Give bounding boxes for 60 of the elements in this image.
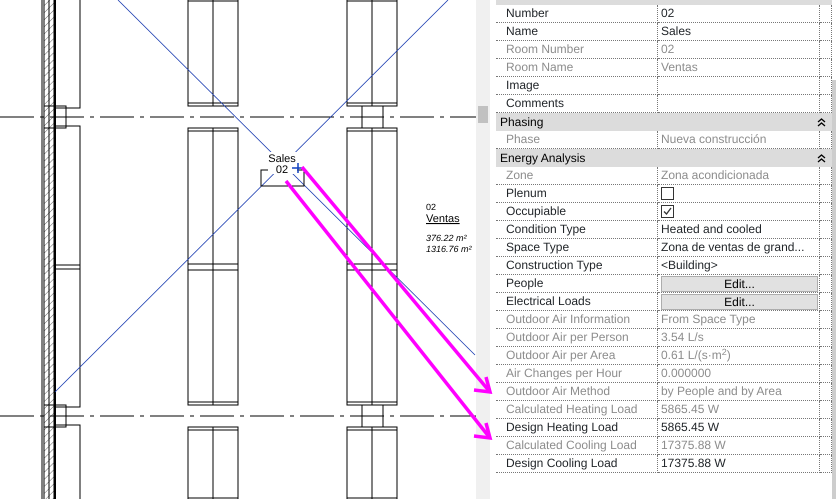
- collapse-icon[interactable]: [817, 154, 826, 162]
- property-value: 3.54 L/s: [661, 329, 704, 346]
- section-title: Phasing: [500, 114, 544, 131]
- property-label: Zone: [496, 167, 658, 185]
- property-label: Image: [496, 77, 658, 95]
- room-tag-number: 02: [276, 164, 288, 176]
- property-value: by People and by Area: [661, 383, 782, 400]
- property-label: Plenum: [496, 185, 658, 203]
- property-label: People: [496, 275, 658, 293]
- property-label: Calculated Cooling Load: [496, 437, 658, 455]
- property-value: Zona acondicionada: [661, 167, 770, 184]
- property-label: Outdoor Air per Area: [496, 347, 658, 365]
- room-volume-text: 1316.76 m²: [426, 244, 472, 254]
- property-value[interactable]: 02: [661, 5, 674, 22]
- property-value[interactable]: Heated and cooled: [661, 221, 762, 238]
- property-label: Outdoor Air Method: [496, 383, 658, 401]
- property-value[interactable]: 17375.88 W: [661, 455, 726, 472]
- checkbox[interactable]: [661, 187, 674, 200]
- property-label: Occupiable: [496, 203, 658, 221]
- property-label: Calculated Heating Load: [496, 401, 658, 419]
- property-label: Air Changes per Hour: [496, 365, 658, 383]
- property-value: Nueva construcción: [661, 131, 766, 148]
- property-label: Outdoor Air per Person: [496, 329, 658, 347]
- property-label: Number: [496, 5, 658, 23]
- scrollbar[interactable]: [476, 0, 490, 499]
- room-label-name: Ventas: [426, 213, 460, 225]
- property-label: Room Name: [496, 59, 658, 77]
- property-value[interactable]: <Building>: [661, 257, 718, 274]
- edit-button[interactable]: Edit...: [661, 276, 818, 292]
- room-label-number: 02: [426, 202, 436, 212]
- room-area-text: 376.22 m²: [426, 233, 467, 243]
- property-label: Construction Type: [496, 257, 658, 275]
- property-value: 17375.88 W: [661, 437, 726, 454]
- property-label: Condition Type: [496, 221, 658, 239]
- property-value[interactable]: Zona de ventas de grand...: [661, 239, 804, 256]
- property-value[interactable]: 5865.45 W: [661, 419, 720, 436]
- property-value: 0.000000: [661, 365, 712, 382]
- edit-button[interactable]: Edit...: [661, 294, 818, 310]
- property-label: Electrical Loads: [496, 293, 658, 311]
- property-label: Design Cooling Load: [496, 455, 658, 473]
- property-value: 0.61 L/(s·m$^{2}$): [661, 347, 731, 364]
- property-label: Outdoor Air Information: [496, 311, 658, 329]
- collapse-icon[interactable]: [817, 118, 826, 126]
- property-label: Space Type: [496, 239, 658, 257]
- property-value: 5865.45 W: [661, 401, 720, 418]
- section-title: Energy Analysis: [500, 150, 586, 167]
- empty-value-cell[interactable]: [658, 77, 820, 95]
- property-value: Ventas: [661, 59, 698, 76]
- move-crosshair-icon: [292, 163, 304, 173]
- room-tag-name: Sales: [268, 153, 296, 165]
- section-header[interactable]: Energy Analysis: [496, 149, 832, 167]
- property-label: Design Heating Load: [496, 419, 658, 437]
- property-value: 02: [661, 41, 674, 58]
- scrollbar[interactable]: [832, 80, 836, 499]
- property-label: Room Number: [496, 41, 658, 59]
- property-label: Name: [496, 23, 658, 41]
- section-header[interactable]: Phasing: [496, 113, 832, 131]
- checkbox[interactable]: [661, 205, 674, 218]
- property-value[interactable]: Sales: [661, 23, 692, 40]
- property-value: From Space Type: [661, 311, 756, 328]
